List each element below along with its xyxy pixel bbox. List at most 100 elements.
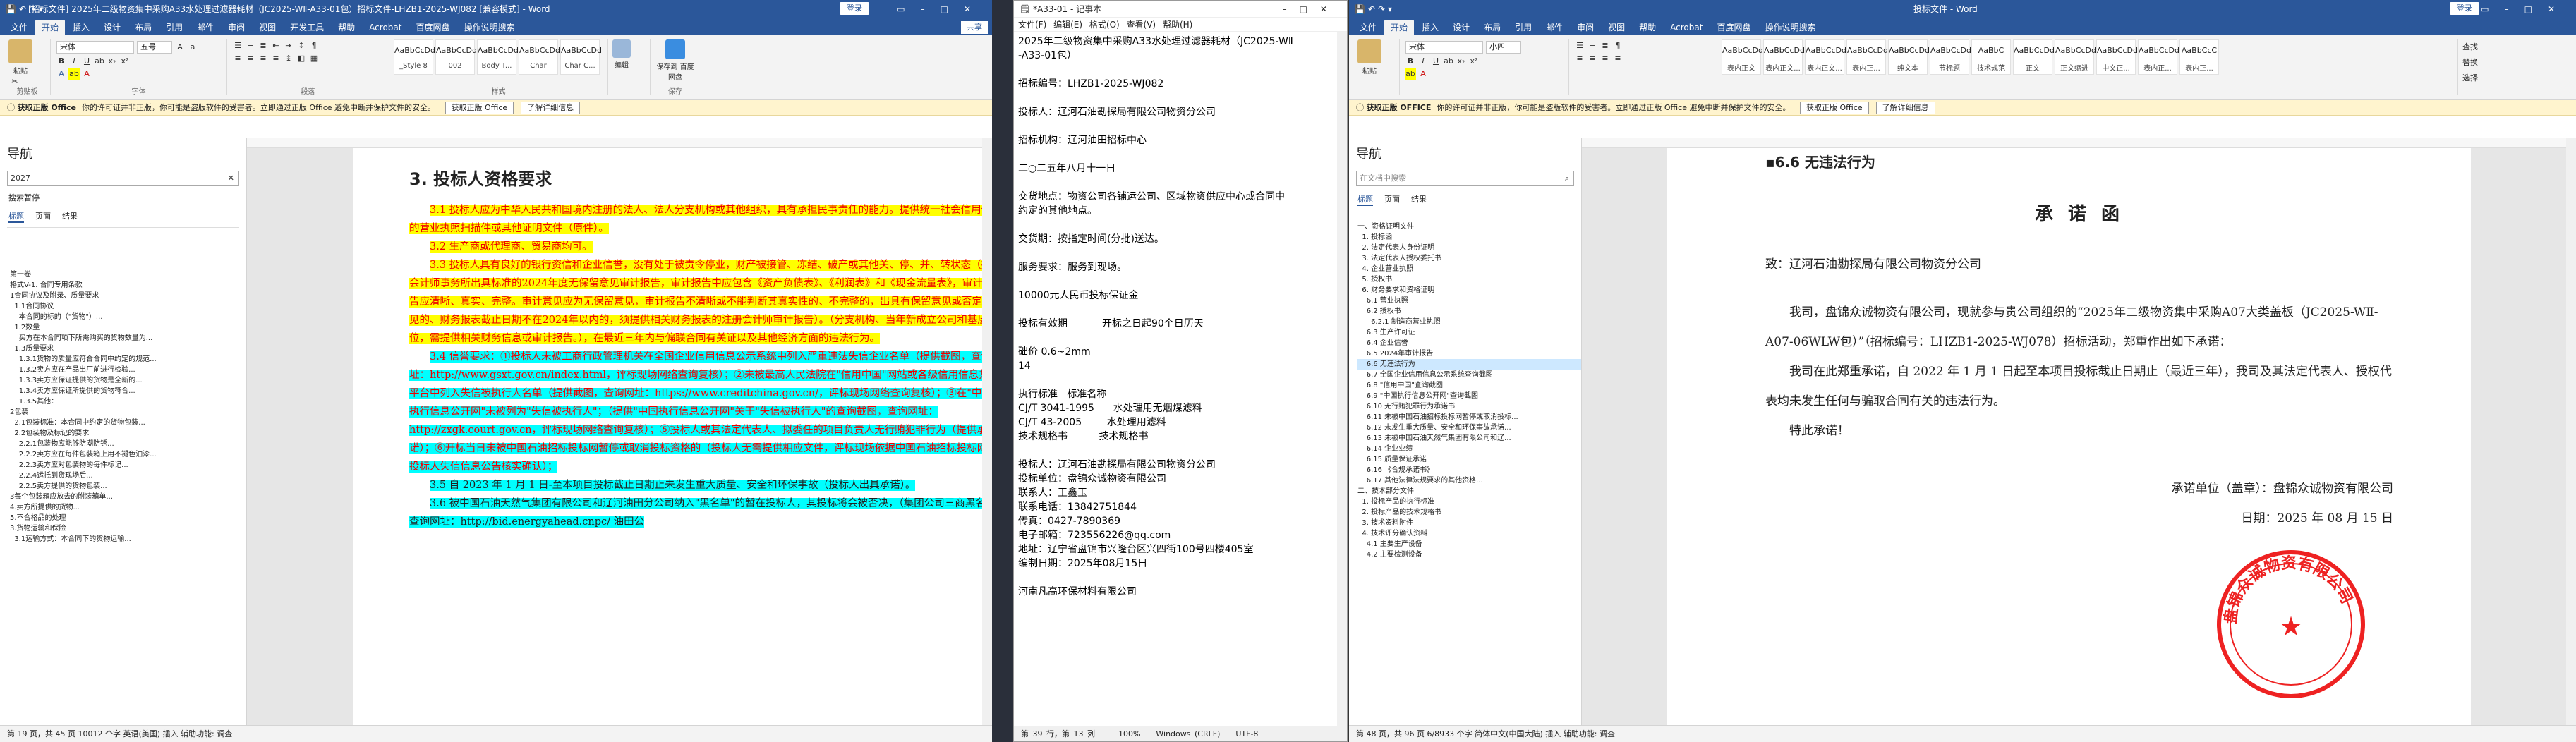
editing-button[interactable]: 编辑 [612,39,631,70]
nav-outline-item[interactable]: 6.1 营业执照 [1357,296,1581,306]
nav-outline-item[interactable]: 6.14 企业业绩 [1357,444,1581,454]
font-name-combo[interactable]: 宋体 [56,41,134,54]
tab-12[interactable]: 操作说明搜索 [1758,20,1822,35]
justify-icon[interactable]: ≡ [270,53,282,64]
tab-12[interactable]: 百度网盘 [409,20,456,35]
tab-6[interactable]: 邮件 [191,20,220,35]
get-office-button[interactable]: 获取正版 Office [445,102,514,114]
superscript-icon[interactable]: x² [119,56,131,67]
tab-1[interactable]: 开始 [35,20,66,35]
learn-more-button[interactable]: 了解详细信息 [521,102,581,114]
shading-icon[interactable]: ◧ [296,53,307,64]
nav-tab-0[interactable]: 标题 [8,210,24,223]
multilevel-icon[interactable]: ≣ [1600,40,1611,51]
nav-outline-item[interactable]: 6.9 "中国执行信息公开网"查询截图 [1357,391,1581,401]
style-gallery-item[interactable]: AaBbCcDd Body T... [477,39,519,75]
get-office-button[interactable]: 获取正版 Office [1800,102,1869,114]
nav-outline-item[interactable]: 1.3.5其他： [10,396,246,407]
nav-outline-item[interactable]: 2.2.3卖方应对包装物的每件标记... [10,460,246,470]
vertical-scrollbar[interactable] [1337,32,1347,726]
learn-more-button[interactable]: 了解详细信息 [1875,102,1935,114]
menu-item-0[interactable]: 文件(F) [1018,20,1046,30]
nav-outline-item[interactable]: 3. 法定代表人授权委托书 [1357,253,1581,264]
nav-tab-2[interactable]: 结果 [62,210,78,223]
nav-outline-item[interactable]: 2. 投标产品的技术规格书 [1357,507,1581,518]
nav-outline-item[interactable]: 2.1包装标准：本合同中约定的货物包装... [10,418,246,428]
login-button[interactable]: 登录 [2450,2,2479,15]
quick-access-toolbar[interactable]: 💾↶↷▾ [6,0,46,18]
nav-outline-item[interactable]: 1.3质量要求 [10,343,246,354]
justify-icon[interactable]: ≡ [1612,53,1623,64]
nav-outline-item[interactable]: 2包装 [10,407,246,418]
text-effect-icon[interactable]: A [56,68,67,80]
nav-outline-item[interactable]: 二、技术部分文件 [1357,486,1581,497]
nav-outline-item[interactable]: 6. 财务要求和资格证明 [1357,285,1581,296]
subscript-icon[interactable]: x₂ [1456,56,1467,67]
notepad-text[interactable]: 2025年二级物资集中采购A33水处理过滤器耗材（JC2025-WⅡ -A33-0… [1014,32,1347,602]
nav-outline-item[interactable]: 6.10 无行贿犯罪行为承诺书 [1357,401,1581,412]
font-size-combo[interactable]: 五号 [137,41,172,54]
nav-outline-item[interactable]: 2.2.1包装物应能够防潮防锈... [10,439,246,449]
tab-0[interactable]: 文件 [4,20,34,35]
style-gallery-item[interactable]: AaBbCcDd 表内正文... [1805,39,1846,75]
nav-tab-1[interactable]: 页面 [35,210,51,223]
align-right-icon[interactable]: ≡ [1600,53,1611,64]
tab-11[interactable]: 百度网盘 [1710,20,1757,35]
align-left-icon[interactable]: ≡ [1574,53,1585,64]
nav-outline-item[interactable]: 5. 授权书 [1357,274,1581,285]
numbering-icon[interactable]: ≡ [245,40,256,51]
tab-10[interactable]: 帮助 [332,20,361,35]
nav-outline-item[interactable]: 本合同的标的（"货物"）... [10,312,246,322]
search-icon[interactable]: ⌕ [1565,171,1569,186]
tab-0[interactable]: 文件 [1353,20,1383,35]
style-gallery-item[interactable]: AaBbCcDd 表内正文... [1763,39,1805,75]
nav-outline-item[interactable]: 3每个包装箱应放去的附装箱单... [10,492,246,502]
style-gallery-item[interactable]: AaBbCcDd 表内正文 [1722,39,1763,75]
menu-item-3[interactable]: 查看(V) [1127,20,1156,30]
style-gallery-item[interactable]: AaBbCcDd 表内正... [2138,39,2179,75]
style-gallery-item[interactable]: AaBbCcDd 表内正... [1846,39,1888,75]
tab-7[interactable]: 审阅 [1571,20,1600,35]
nav-outline-item[interactable]: 买方在本合同项下所需购买的货物数量为... [10,333,246,343]
style-gallery-item[interactable]: AaBbCcDd Char [519,39,560,75]
tab-2[interactable]: 插入 [66,20,96,35]
strikethrough-icon[interactable]: ab [1443,56,1454,67]
tab-5[interactable]: 引用 [159,20,189,35]
grow-font-icon[interactable]: A [174,42,186,53]
numbering-icon[interactable]: ≡ [1587,40,1598,51]
nav-outline-item[interactable]: 1.3.3卖方应保证提供的货物是全新的... [10,375,246,386]
nav-outline-item[interactable]: 1. 投标产品的执行标准 [1357,497,1581,507]
window-controls[interactable]: –□✕ [1283,1,1340,18]
nav-search-input[interactable]: 2027 ✕ [7,171,239,186]
nav-outline-item[interactable]: 1.3.1货物的质量应符合合同中约定的规范... [10,354,246,365]
style-gallery-item[interactable]: AaBbCcDd 002 [435,39,477,75]
nav-outline-item[interactable]: 1. 投标函 [1357,232,1581,243]
bold-icon[interactable]: B [56,56,67,67]
nav-outline-item[interactable]: 4. 企业营业执照 [1357,264,1581,274]
shrink-font-icon[interactable]: a [187,42,198,53]
superscript-icon[interactable]: x² [1468,56,1480,67]
highlight-icon[interactable]: ab [68,68,80,80]
style-gallery-item[interactable]: AaBbCcDd 纯文本 [1888,39,1930,75]
vertical-scrollbar[interactable] [982,138,992,725]
nav-outline-item[interactable]: 4.2 主要检测设备 [1357,549,1581,560]
tab-10[interactable]: Acrobat [1664,20,1709,35]
style-gallery-item[interactable]: AaBbCcDd 节标题 [1930,39,1971,75]
strikethrough-icon[interactable]: ab [94,56,105,67]
menu-item-2[interactable]: 格式(O) [1089,20,1120,30]
nav-outline-item[interactable]: 2.2.2卖方应在每件包装箱上用不褪色油漆... [10,449,246,460]
nav-outline-item[interactable]: 6.16 《合规承诺书》 [1357,465,1581,475]
nav-outline-item[interactable]: 6.8 "信用中国"查询截图 [1357,380,1581,391]
tab-8[interactable]: 视图 [253,20,282,35]
menu-item-4[interactable]: 帮助(H) [1163,20,1192,30]
italic-icon[interactable]: I [1417,56,1429,67]
style-gallery-item[interactable]: AaBbCcDd Char C... [560,39,602,75]
tab-1[interactable]: 开始 [1384,20,1415,35]
tab-11[interactable]: Acrobat [363,20,408,35]
nav-tab-1[interactable]: 页面 [1384,193,1400,206]
nav-outline-item[interactable]: 3.1运输方式：本合同下的货物运输... [10,534,246,545]
italic-icon[interactable]: I [68,56,80,67]
nav-tab-2[interactable]: 结果 [1411,193,1427,206]
nav-outline-item[interactable]: 4. 技术评分确认资料 [1357,528,1581,539]
nav-outline-item[interactable]: 3. 技术资料附件 [1357,518,1581,528]
